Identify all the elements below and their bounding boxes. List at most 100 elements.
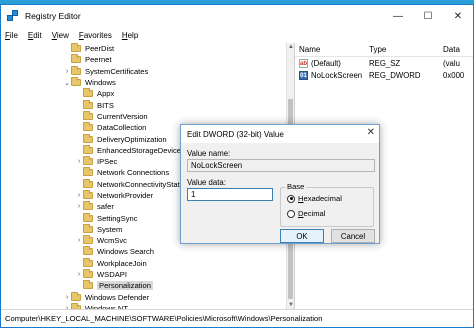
chevron-right-icon[interactable]: › bbox=[63, 68, 71, 75]
tree-item-label: DataCollection bbox=[97, 123, 147, 133]
tree-item[interactable]: ⌄ Windows bbox=[1, 77, 286, 88]
tree-item[interactable]: Personalization bbox=[1, 280, 286, 291]
tree-item-label: Network Connections bbox=[97, 168, 170, 178]
folder-icon bbox=[71, 65, 81, 75]
folder-icon bbox=[83, 88, 93, 98]
ok-button[interactable]: OK bbox=[280, 229, 324, 243]
radio-selected-icon[interactable] bbox=[287, 194, 295, 203]
tree-item[interactable]: › WSDAPI bbox=[1, 269, 286, 280]
radio-hexadecimal[interactable]: Hexadecimal bbox=[287, 194, 342, 203]
tree-item[interactable]: CurrentVersion bbox=[1, 110, 286, 122]
folder-icon bbox=[71, 43, 81, 53]
chevron-right-icon[interactable]: › bbox=[75, 237, 83, 244]
column-name[interactable]: Name bbox=[295, 45, 369, 54]
folder-icon bbox=[83, 280, 93, 290]
tree-item-label: EnhancedStorageDevices bbox=[97, 145, 185, 155]
folder-icon bbox=[83, 269, 93, 279]
tree-item-label: PeerDist bbox=[85, 44, 115, 54]
folder-icon bbox=[83, 156, 93, 166]
menu-favorites[interactable]: Favorites bbox=[79, 31, 112, 40]
dialog-title: Edit DWORD (32-bit) Value bbox=[187, 129, 284, 139]
folder-icon bbox=[83, 99, 93, 109]
menu-bar: File Edit View Favorites Help bbox=[1, 27, 473, 43]
tree-item-label: BITS bbox=[97, 100, 114, 110]
chevron-right-icon[interactable]: › bbox=[75, 203, 83, 210]
menu-help[interactable]: Help bbox=[122, 31, 138, 40]
tree-item-label: IPSec bbox=[97, 157, 118, 167]
tree-item-label: WcmSvc bbox=[97, 236, 127, 246]
tree-item-label: CurrentVersion bbox=[97, 111, 148, 121]
folder-icon bbox=[83, 246, 93, 256]
base-groupbox: Base Hexadecimal Decimal bbox=[280, 182, 374, 227]
radio-decimal[interactable]: Decimal bbox=[287, 209, 325, 218]
value-row[interactable]: 01 NoLockScreen REG_DWORD 0x000 bbox=[295, 69, 473, 81]
tree-item-label: SystemCertificates bbox=[85, 66, 149, 76]
folder-icon bbox=[83, 212, 93, 222]
folder-icon bbox=[83, 201, 93, 211]
tree-item-label: Windows Defender bbox=[85, 292, 150, 302]
scroll-down-icon[interactable]: ▼ bbox=[287, 301, 294, 309]
folder-icon bbox=[71, 291, 81, 301]
string-value-icon: ab bbox=[299, 58, 308, 68]
title-bar[interactable]: Registry Editor — ☐ ✕ bbox=[1, 5, 473, 27]
value-type: REG_DWORD bbox=[369, 70, 421, 80]
folder-icon bbox=[71, 54, 81, 64]
radio-unselected-icon[interactable] bbox=[287, 209, 295, 218]
folder-icon bbox=[83, 257, 93, 267]
folder-icon bbox=[83, 133, 93, 143]
value-row[interactable]: ab (Default) REG_SZ (valu bbox=[295, 57, 473, 69]
values-column-header: Name Type Data bbox=[295, 43, 473, 57]
column-data[interactable]: Data bbox=[443, 45, 460, 54]
chevron-right-icon[interactable]: › bbox=[75, 271, 83, 278]
value-data: (valu bbox=[443, 58, 460, 68]
column-type[interactable]: Type bbox=[369, 45, 443, 54]
tree-item-label: safer bbox=[97, 202, 114, 212]
tree-item[interactable]: BITS bbox=[1, 99, 286, 110]
chevron-down-icon[interactable]: ⌄ bbox=[63, 79, 71, 87]
tree-item-label: Appx bbox=[97, 89, 115, 99]
tree-item[interactable]: PeerDist bbox=[1, 43, 286, 54]
folder-icon bbox=[83, 223, 93, 233]
tree-item[interactable]: Peernet bbox=[1, 54, 286, 65]
edit-dword-dialog: Edit DWORD (32-bit) Value ✕ Value name: … bbox=[180, 124, 380, 244]
chevron-right-icon[interactable]: › bbox=[75, 192, 83, 199]
close-button[interactable]: ✕ bbox=[443, 5, 473, 27]
value-type: REG_SZ bbox=[369, 58, 401, 68]
tree-item[interactable]: Windows Search bbox=[1, 246, 286, 257]
tree-item-label: Windows bbox=[85, 78, 116, 88]
cancel-button[interactable]: Cancel bbox=[331, 229, 375, 243]
menu-view[interactable]: View bbox=[52, 31, 69, 40]
maximize-button[interactable]: ☐ bbox=[413, 5, 443, 27]
dialog-close-icon[interactable]: ✕ bbox=[367, 127, 375, 138]
base-label: Base bbox=[285, 182, 307, 191]
tree-item[interactable]: WorkplaceJoin bbox=[1, 257, 286, 269]
tree-item-label: DeliveryOptimization bbox=[97, 134, 167, 144]
tree-item[interactable]: Appx bbox=[1, 88, 286, 99]
folder-icon bbox=[83, 190, 93, 199]
scroll-up-icon[interactable]: ▲ bbox=[287, 43, 294, 51]
tree-item[interactable]: › SystemCertificates bbox=[1, 65, 286, 77]
folder-icon bbox=[83, 167, 93, 177]
value-data-input[interactable]: 1 bbox=[187, 188, 273, 201]
dialog-title-bar[interactable]: Edit DWORD (32-bit) Value ✕ bbox=[181, 125, 379, 143]
folder-icon bbox=[71, 77, 81, 87]
chevron-right-icon[interactable]: › bbox=[63, 294, 71, 301]
menu-edit[interactable]: Edit bbox=[28, 31, 42, 40]
value-name: (Default) bbox=[311, 58, 341, 68]
status-bar: Computer\HKEY_LOCAL_MACHINE\SOFTWARE\Pol… bbox=[1, 309, 473, 327]
menu-file[interactable]: File bbox=[5, 31, 18, 40]
window-title: Registry Editor bbox=[25, 11, 81, 21]
registry-path: Computer\HKEY_LOCAL_MACHINE\SOFTWARE\Pol… bbox=[5, 314, 323, 323]
folder-icon bbox=[83, 235, 93, 245]
minimize-button[interactable]: — bbox=[383, 5, 413, 27]
tree-item-label: WorkplaceJoin bbox=[97, 258, 147, 268]
tree-item[interactable]: › Windows Defender bbox=[1, 291, 286, 303]
tree-item-label: WSDAPI bbox=[97, 270, 127, 280]
chevron-right-icon[interactable]: › bbox=[75, 158, 83, 165]
tree-item-label: SettingSync bbox=[97, 213, 138, 223]
binary-value-icon: 01 bbox=[299, 70, 308, 80]
value-name-field[interactable]: NoLockScreen bbox=[187, 159, 375, 172]
folder-icon bbox=[83, 178, 93, 188]
tree-item-label: Personalization bbox=[97, 281, 153, 291]
tree-item-label: Windows Search bbox=[97, 247, 154, 257]
